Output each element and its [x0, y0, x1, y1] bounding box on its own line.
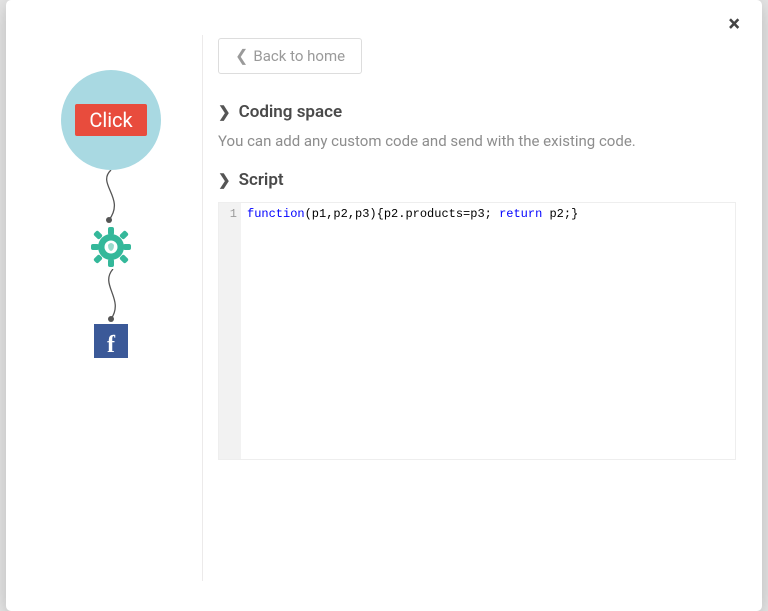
section-script: ❯ Script 1 function(p1,p2,p3){p2.product… — [218, 170, 736, 460]
flow-diagram: Click — [41, 70, 181, 358]
editor-code[interactable]: function(p1,p2,p3){p2.products=p3; retur… — [241, 203, 735, 459]
script-header[interactable]: ❯ Script — [218, 170, 736, 190]
section-coding-space: ❯ Coding space You can add any custom co… — [218, 102, 736, 150]
flow-connector-1 — [91, 170, 131, 225]
vertical-divider — [202, 35, 203, 581]
coding-space-description: You can add any custom code and send wit… — [218, 132, 736, 150]
flow-node-facebook[interactable]: f — [94, 324, 128, 358]
facebook-icon: f — [107, 333, 115, 357]
close-button[interactable]: × — [728, 14, 740, 36]
flow-connector-2 — [91, 269, 131, 324]
code-editor[interactable]: 1 function(p1,p2,p3){p2.products=p3; ret… — [218, 202, 736, 460]
coding-space-title: Coding space — [239, 102, 343, 122]
flow-node-gear[interactable] — [89, 225, 133, 269]
chevron-right-icon: ❯ — [218, 103, 231, 121]
line-number: 1 — [219, 207, 237, 221]
flow-node-click[interactable]: Click — [61, 70, 161, 170]
chevron-left-icon: ❮ — [235, 48, 248, 64]
back-label: Back to home — [253, 47, 345, 65]
editor-gutter: 1 — [219, 203, 241, 459]
chevron-right-icon: ❯ — [218, 171, 231, 189]
coding-space-header[interactable]: ❯ Coding space — [218, 102, 736, 122]
click-badge: Click — [75, 104, 146, 136]
gear-icon — [89, 225, 133, 269]
main-panel: ❮ Back to home ❯ Coding space You can ad… — [218, 38, 736, 591]
back-to-home-button[interactable]: ❮ Back to home — [218, 38, 362, 74]
script-title: Script — [239, 170, 284, 190]
modal: × Click — [6, 0, 762, 611]
